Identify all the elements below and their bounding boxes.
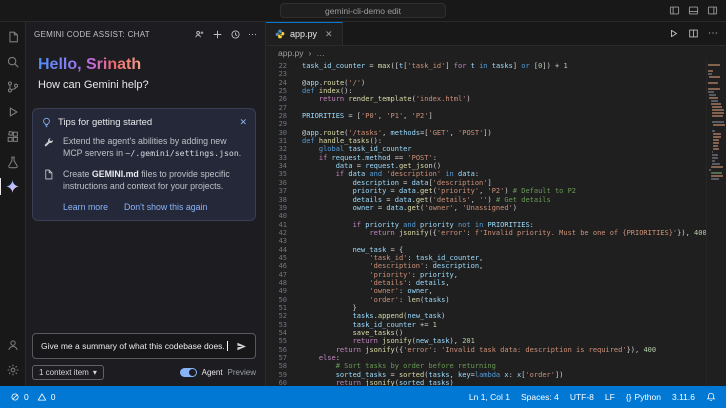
breadcrumb-chevron-icon: › — [308, 48, 312, 58]
search-icon[interactable] — [0, 49, 26, 74]
close-icon[interactable]: ✕ — [239, 117, 247, 128]
text-cursor — [226, 341, 228, 351]
more-actions-icon[interactable]: ⋯ — [248, 29, 257, 39]
line-numbers[interactable]: 22 23 24 25 26 27 28 29 30 31 32 33 34 35 36 37 38 39 40 41… — [266, 60, 296, 386]
toggle-sidebar-icon[interactable] — [669, 5, 680, 16]
account-icon[interactable] — [0, 332, 26, 357]
minimap[interactable] — [706, 60, 726, 386]
share-session-icon[interactable] — [194, 29, 205, 40]
run-debug-icon[interactable] — [0, 99, 26, 124]
gemini-chat-panel: GEMINI CODE ASSIST: CHAT ⋯ Hello, Srinat… — [26, 22, 266, 386]
preview-badge: Preview — [227, 368, 256, 377]
editor-group: app.py ✕ ⋯ app.py › … 22 23 24 25 26 27 … — [266, 22, 726, 386]
eol-sequence[interactable]: LF — [605, 392, 615, 402]
learn-more-link[interactable]: Learn more — [63, 202, 108, 212]
braces-icon: {} — [625, 392, 632, 402]
language-mode[interactable]: {} Python — [626, 392, 661, 402]
tip-item-mcp: Extend the agent's abilities by adding n… — [41, 131, 247, 164]
explorer-icon[interactable] — [0, 24, 26, 49]
encoding[interactable]: UTF-8 — [570, 392, 594, 402]
agent-mode-label: Agent — [201, 368, 223, 377]
run-python-file-icon[interactable] — [668, 28, 679, 39]
settings-gear-icon[interactable] — [0, 357, 26, 382]
indentation[interactable]: Spaces: 4 — [521, 392, 559, 402]
errors-icon[interactable] — [10, 392, 20, 402]
history-icon[interactable] — [230, 29, 241, 40]
vscode-window: gemini-cli-demo edit GEMINI CODE ASSIST:… — [0, 0, 726, 408]
errors-count[interactable]: 0 — [24, 392, 29, 402]
breadcrumb[interactable]: app.py › … — [266, 46, 726, 60]
chevron-down-icon: ▾ — [92, 368, 97, 377]
tab-label: app.py — [290, 29, 318, 39]
tab-bar: app.py ✕ ⋯ — [266, 22, 726, 46]
status-bar: 0 0 Ln 1, Col 1 Spaces: 4 UTF-8 LF {} Pyt… — [0, 386, 726, 408]
chat-panel-header: GEMINI CODE ASSIST: CHAT ⋯ — [26, 22, 265, 46]
wrench-icon — [43, 135, 55, 160]
warnings-icon[interactable] — [37, 392, 47, 402]
file-icon — [43, 168, 55, 193]
python-file-icon — [275, 29, 285, 39]
chat-panel-title: GEMINI CODE ASSIST: CHAT — [34, 29, 150, 39]
send-icon[interactable] — [236, 341, 247, 352]
new-chat-icon[interactable] — [212, 29, 223, 40]
toggle-secondary-sidebar-icon[interactable] — [707, 5, 718, 16]
gemini-code-assist-icon[interactable] — [0, 174, 26, 199]
agent-mode-toggle[interactable] — [179, 368, 197, 377]
greeting-text: Hello, Srinath — [38, 56, 142, 73]
more-actions-icon[interactable]: ⋯ — [708, 28, 718, 39]
settings-path: ~/.gemini/settings.json — [125, 148, 239, 159]
code-lines[interactable]: task_id_counter = max([t['task_id'] for … — [296, 60, 706, 386]
tab-app-py[interactable]: app.py ✕ — [266, 22, 343, 45]
notifications-bell-icon[interactable] — [706, 392, 716, 402]
title-bar: gemini-cli-demo edit — [0, 0, 726, 22]
chat-input[interactable]: Give me a summary of what this codebase … — [32, 333, 256, 359]
extensions-icon[interactable] — [0, 124, 26, 149]
warnings-count[interactable]: 0 — [51, 392, 56, 402]
python-interpreter[interactable]: 3.11.6 — [672, 392, 695, 402]
tip-item-gemini-md: Create GEMINI.md files to provide specif… — [41, 164, 247, 197]
window-title: gemini-cli-demo edit — [324, 5, 402, 16]
cursor-position[interactable]: Ln 1, Col 1 — [469, 392, 510, 402]
tab-close-icon[interactable]: ✕ — [325, 29, 333, 40]
code-editor[interactable]: 22 23 24 25 26 27 28 29 30 31 32 33 34 35 36 37 38 39 40 41… — [266, 60, 726, 386]
gemini-md-filename: GEMINI.md — [91, 168, 139, 179]
dismiss-link[interactable]: Don't show this again — [124, 202, 207, 212]
greeting-subtitle: How can Gemini help? — [38, 79, 149, 91]
workbench: GEMINI CODE ASSIST: CHAT ⋯ Hello, Srinat… — [0, 22, 726, 386]
lightbulb-icon — [41, 117, 52, 128]
source-control-icon[interactable] — [0, 74, 26, 99]
tip-text: Create GEMINI.md files to provide specif… — [63, 168, 230, 192]
command-center[interactable]: gemini-cli-demo edit — [279, 3, 447, 18]
split-editor-icon[interactable] — [688, 28, 699, 39]
tips-card: Tips for getting started ✕ Extend the ag… — [32, 108, 256, 222]
tip-text: Extend the agent's abilities by adding n… — [63, 136, 242, 159]
chat-input-value: Give me a summary of what this codebase … — [41, 341, 225, 351]
testing-icon[interactable] — [0, 149, 26, 174]
chat-input-area: Give me a summary of what this codebase … — [26, 333, 265, 386]
tips-title: Tips for getting started — [58, 117, 153, 128]
toggle-panel-icon[interactable] — [688, 5, 699, 16]
context-items-chip[interactable]: 1 context item ▾ — [32, 365, 104, 380]
activity-bar — [0, 22, 26, 386]
